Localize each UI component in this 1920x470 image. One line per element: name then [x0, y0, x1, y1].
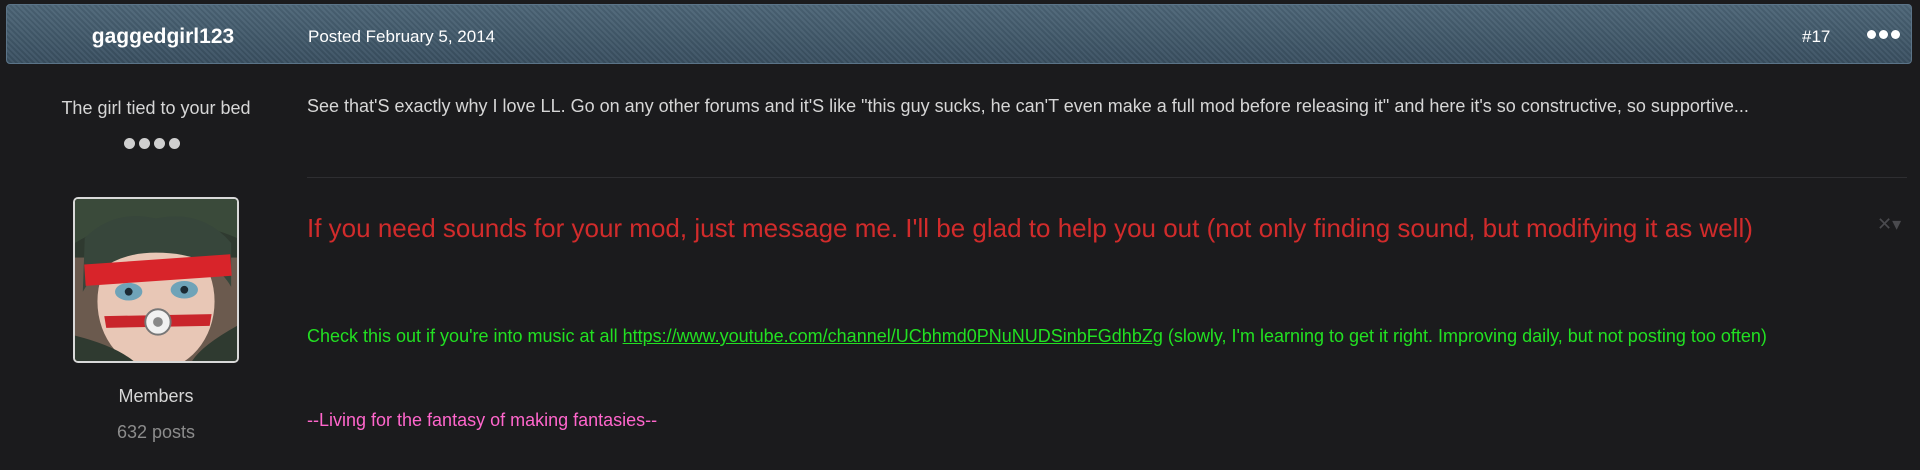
signature-green-suffix: (slowly, I'm learning to get it right. I… — [1162, 326, 1767, 346]
author-username[interactable]: gaggedgirl123 — [73, 25, 253, 49]
rank-dot — [139, 138, 150, 149]
rank-dot — [169, 138, 180, 149]
signature-red-text: If you need sounds for your mod, just me… — [307, 213, 1753, 243]
member-group: Members — [118, 386, 194, 406]
forum-post: gaggedgirl123 Posted February 5, 2014 #1… — [0, 0, 1920, 470]
youtube-channel-link[interactable]: https://www.youtube.com/channel/UCbhmd0P… — [623, 326, 1163, 346]
signature-divider — [307, 177, 1907, 178]
avatar[interactable] — [73, 197, 239, 363]
post-content: See that'S exactly why I love LL. Go on … — [307, 64, 1907, 470]
post-header: gaggedgirl123 Posted February 5, 2014 #1… — [6, 4, 1912, 64]
post-number-link[interactable]: #17 — [1802, 27, 1830, 47]
dot — [1867, 29, 1876, 39]
signature-green-text: Check this out if you're into music at a… — [307, 321, 1887, 351]
signature-pink-text: --Living for the fantasy of making fanta… — [307, 410, 658, 430]
post-body: See that'S exactly why I love LL. Go on … — [307, 96, 1749, 116]
more-options-icon[interactable] — [1867, 27, 1901, 41]
rank-dot — [124, 138, 135, 149]
author-info: The girl tied to your bed Members 632 po… — [0, 64, 312, 470]
dot — [1891, 29, 1900, 39]
post-count: 632 posts — [116, 422, 196, 442]
dot — [1879, 29, 1888, 39]
signature-green-prefix: Check this out if you're into music at a… — [307, 326, 623, 346]
rank-dot — [154, 138, 165, 149]
post-date[interactable]: Posted February 5, 2014 — [308, 27, 495, 47]
avatar-image — [75, 199, 237, 361]
close-signature-icon[interactable]: ✕▾ — [1877, 214, 1901, 235]
rank-dots-icon — [124, 138, 180, 149]
author-title: The girl tied to your bed — [61, 98, 251, 118]
